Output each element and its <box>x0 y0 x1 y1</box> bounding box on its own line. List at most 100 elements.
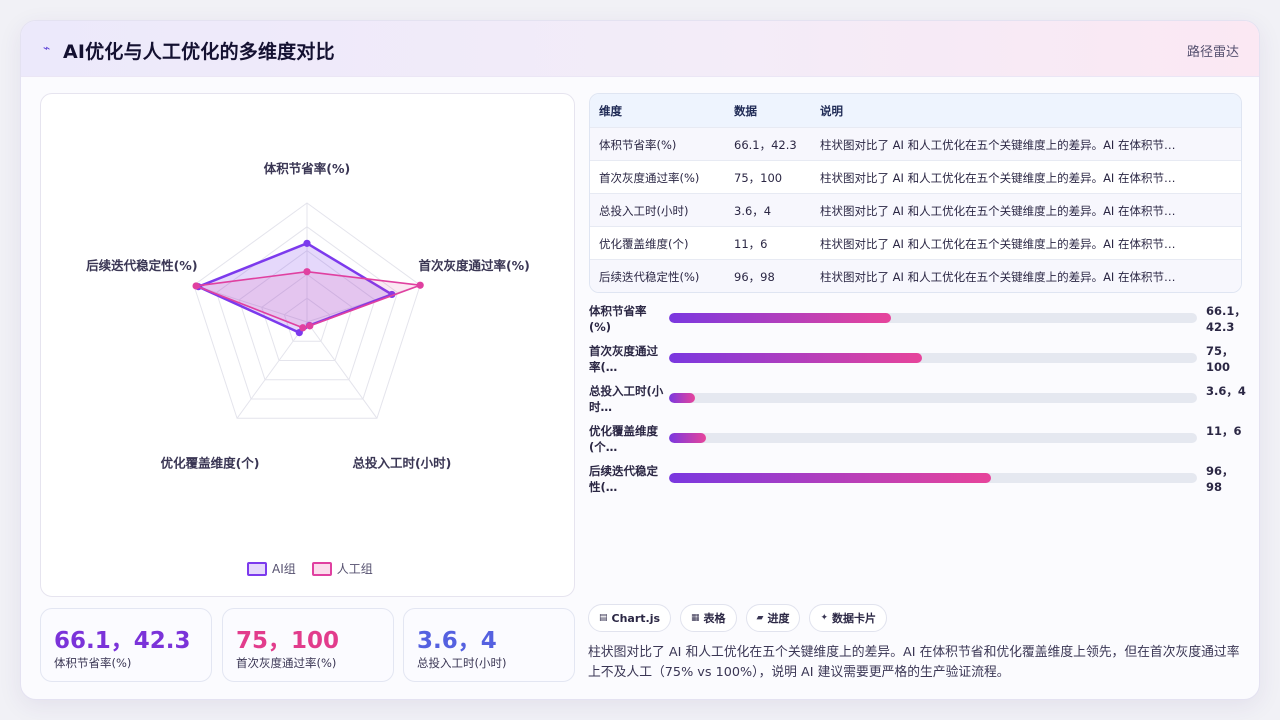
cell-dimension: 体积节省率(%) <box>599 138 677 152</box>
chip-chartjs[interactable]: ▤ Chart.js <box>588 604 672 632</box>
progress-row: 后续迭代稳定性(… 96，98 <box>589 463 1249 497</box>
radar-point-human <box>303 268 311 276</box>
cell-data: 3.6，4 <box>734 204 772 218</box>
progress-fill <box>669 433 706 443</box>
table-row[interactable]: 后续迭代稳定性(%) 96，98 柱状图对比了 AI 和人工优化在五个关键维度上… <box>590 259 1241 292</box>
progress-label: 总投入工时(小时… <box>589 384 664 414</box>
cell-description: 柱状图对比了 AI 和人工优化在五个关键维度上的差异。AI 在体积节… <box>820 237 1176 251</box>
chart-legend: AI组 人工组 <box>247 560 373 577</box>
progress-track <box>669 473 1197 483</box>
stat-label: 首次灰度通过率(%) <box>236 656 337 670</box>
cell-dimension: 后续迭代稳定性(%) <box>599 270 700 284</box>
data-table: 维度 数据 说明 体积节省率(%) 66.1，42.3 柱状图对比了 AI 和人… <box>589 93 1242 293</box>
cell-description: 柱状图对比了 AI 和人工优化在五个关键维度上的差异。AI 在体积节… <box>820 204 1176 218</box>
progress-value: 66.1，42.3 <box>1206 304 1246 334</box>
radar-axis-label: 优化覆盖维度(个) <box>161 455 260 470</box>
stat-label: 体积节省率(%) <box>54 656 132 670</box>
progress-value: 3.6，4 <box>1206 384 1246 398</box>
radar-point-human <box>299 324 307 332</box>
table-row[interactable]: 首次灰度通过率(%) 75，100 柱状图对比了 AI 和人工优化在五个关键维度… <box>590 160 1241 193</box>
table-row[interactable]: 优化覆盖维度(个) 11，6 柱状图对比了 AI 和人工优化在五个关键维度上的差… <box>590 226 1241 259</box>
radar-point-ai <box>303 239 311 247</box>
trend-line-icon: ⌁ <box>43 41 51 55</box>
cell-dimension: 首次灰度通过率(%) <box>599 171 700 185</box>
chip-table[interactable]: ▦ 表格 <box>680 604 737 632</box>
chip-label: 表格 <box>703 612 726 625</box>
stat-card-pass-rate: 75，100 首次灰度通过率(%) <box>222 608 394 682</box>
progress-track <box>669 313 1197 323</box>
sparkle-icon: ✦ <box>820 613 829 623</box>
progress-row: 体积节省率(%) 66.1，42.3 <box>589 303 1249 337</box>
cell-dimension: 优化覆盖维度(个) <box>599 237 689 251</box>
cell-description: 柱状图对比了 AI 和人工优化在五个关键维度上的差异。AI 在体积节… <box>820 171 1176 185</box>
legend-swatch-human <box>311 561 332 576</box>
chip-data-cards[interactable]: ✦ 数据卡片 <box>809 604 888 632</box>
cell-dimension: 总投入工时(小时) <box>599 204 689 218</box>
cell-data: 66.1，42.3 <box>734 138 797 152</box>
summary-text: 柱状图对比了 AI 和人工优化在五个关键维度上的差异。AI 在体积节省和优化覆盖… <box>588 645 1240 680</box>
stat-value: 66.1，42.3 <box>54 628 191 654</box>
chart-icon: ▤ <box>599 613 608 623</box>
progress-row: 总投入工时(小时… 3.6，4 <box>589 383 1249 417</box>
table-icon: ▦ <box>691 613 700 623</box>
radar-spoke <box>236 321 308 419</box>
progress-track <box>669 353 1197 363</box>
progress-value: 96，98 <box>1206 464 1234 494</box>
progress-label: 体积节省率(%) <box>589 304 647 334</box>
radar-axis-label: 首次灰度通过率(%) <box>418 258 529 273</box>
progress-row: 首次灰度通过率(… 75，100 <box>589 343 1249 377</box>
chip-label: 数据卡片 <box>832 612 877 625</box>
progress-value: 11，6 <box>1206 424 1242 438</box>
legend-label-human: 人工组 <box>336 562 373 576</box>
radar-point-human <box>306 322 314 330</box>
progress-label: 优化覆盖维度(个… <box>589 424 658 454</box>
progress-track <box>669 433 1197 443</box>
progress-icon: ▰ <box>756 613 764 623</box>
radar-point-human <box>192 282 200 290</box>
route-label[interactable]: 路径雷达 <box>1187 41 1239 60</box>
progress-label: 首次灰度通过率(… <box>589 344 658 374</box>
page-title: AI优化与人工优化的多维度对比 <box>63 41 335 63</box>
progress-label: 后续迭代稳定性(… <box>589 464 658 494</box>
chip-label: Chart.js <box>611 611 661 625</box>
progress-list: 体积节省率(%) 66.1，42.3 首次灰度通过率(… 75，100 总投入工… <box>589 303 1249 503</box>
stat-value: 3.6，4 <box>417 628 497 654</box>
progress-row: 优化覆盖维度(个… 11，6 <box>589 423 1249 457</box>
legend-item-ai[interactable]: AI组 <box>247 560 296 577</box>
dashboard-card: ⌁ AI优化与人工优化的多维度对比 路径雷达 体积节省率(%) 首次灰度通过率(%… <box>20 20 1260 700</box>
view-toggle-chips: ▤ Chart.js ▦ 表格 ▰ 进度 ✦ 数据卡片 <box>588 604 888 632</box>
stat-card-volume: 66.1，42.3 体积节省率(%) <box>40 608 212 682</box>
header-bar: ⌁ AI优化与人工优化的多维度对比 路径雷达 <box>21 21 1259 77</box>
radar-point-human <box>416 281 424 289</box>
column-header-description[interactable]: 说明 <box>820 103 1192 119</box>
progress-fill <box>669 313 891 323</box>
progress-fill <box>669 393 696 403</box>
chip-progress[interactable]: ▰ 进度 <box>745 604 801 632</box>
radar-chart-panel: 体积节省率(%) 首次灰度通过率(%) 总投入工时(小时) 优化覆盖维度(个) 后续迭代… <box>40 93 575 597</box>
stat-value: 75，100 <box>236 628 340 654</box>
cell-data: 11，6 <box>734 237 768 251</box>
legend-swatch-ai <box>247 561 267 576</box>
radar-axis-label: 后续迭代稳定性(%) <box>86 258 197 273</box>
column-header-data[interactable]: 数据 <box>734 103 814 119</box>
cell-description: 柱状图对比了 AI 和人工优化在五个关键维度上的差异。AI 在体积节… <box>820 270 1176 284</box>
cell-data: 96，98 <box>734 270 775 284</box>
radar-chart: 体积节省率(%) 首次灰度通过率(%) 总投入工时(小时) 优化覆盖维度(个) 后续迭代… <box>86 161 530 470</box>
chip-label: 进度 <box>767 612 790 625</box>
legend-item-human[interactable]: 人工组 <box>311 560 373 577</box>
table-header-row: 维度 数据 说明 <box>590 94 1241 127</box>
table-row[interactable]: 体积节省率(%) 66.1，42.3 柱状图对比了 AI 和人工优化在五个关键维… <box>590 127 1241 160</box>
progress-track <box>669 393 1197 403</box>
table-row[interactable]: 总投入工时(小时) 3.6，4 柱状图对比了 AI 和人工优化在五个关键维度上的… <box>590 193 1241 226</box>
radar-axis-label: 体积节省率(%) <box>264 161 350 176</box>
cell-description: 柱状图对比了 AI 和人工优化在五个关键维度上的差异。AI 在体积节… <box>820 138 1176 152</box>
cell-data: 75，100 <box>734 171 783 185</box>
progress-fill <box>669 473 992 483</box>
progress-fill <box>669 353 923 363</box>
progress-value: 75，100 <box>1206 344 1234 374</box>
column-header-dimension[interactable]: 维度 <box>599 103 724 119</box>
radar-axis-label: 总投入工时(小时) <box>352 455 451 470</box>
stat-card-hours: 3.6，4 总投入工时(小时) <box>403 608 575 682</box>
stat-label: 总投入工时(小时) <box>417 656 507 670</box>
radar-spoke <box>306 321 378 419</box>
